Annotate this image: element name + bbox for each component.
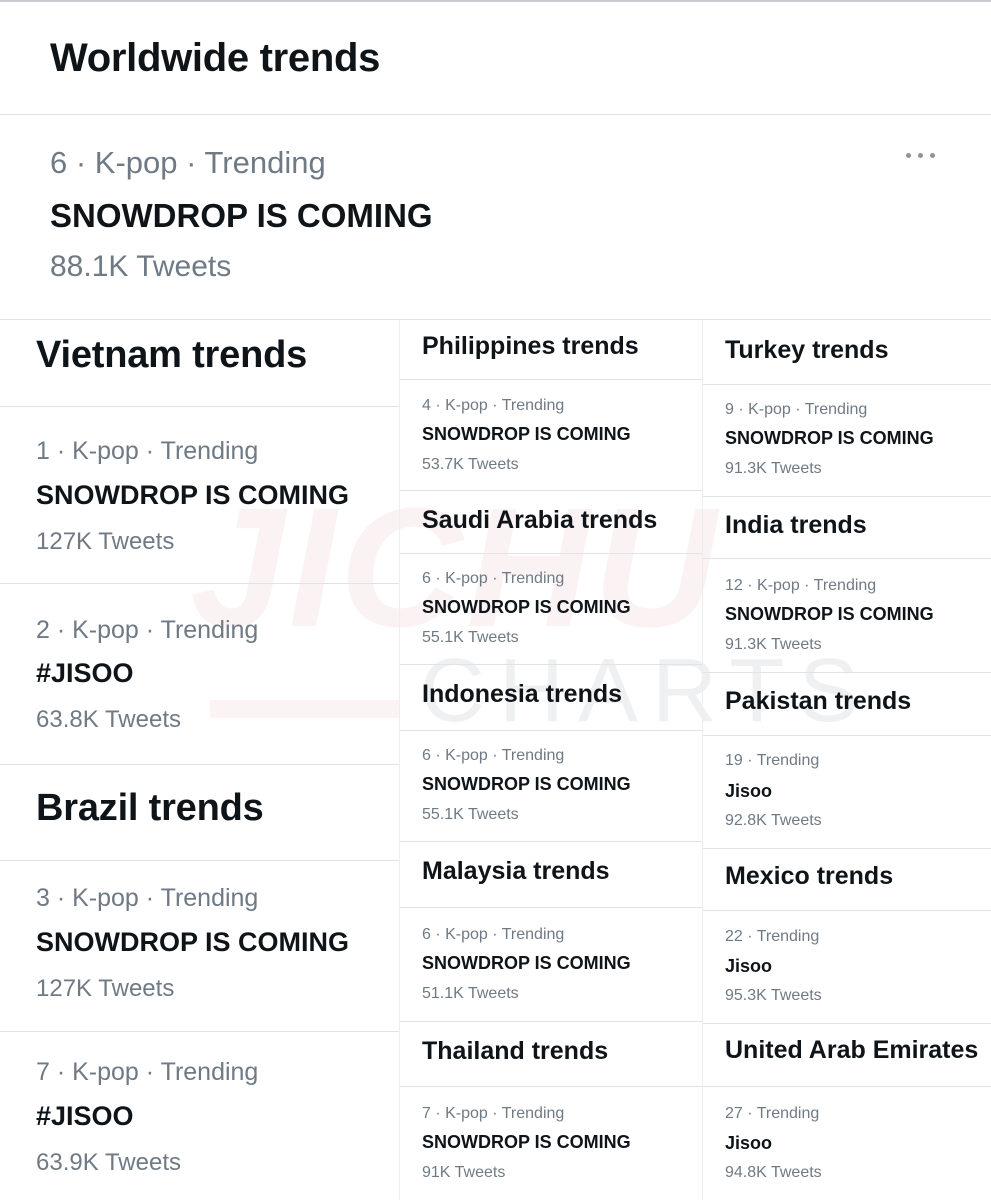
uae-trends-header: United Arab Emirates [703,1024,991,1086]
middle-column: Philippines trends 4 · K-pop · Trending … [400,320,703,1200]
trend-tweet-count: 91K Tweets [422,1164,506,1181]
section-title: Indonesia trends [422,680,623,708]
trend-item[interactable]: 19 · Trending Jisoo 92.8K Tweets [703,736,991,848]
trend-name[interactable]: Jisoo [725,781,772,802]
trend-meta: 9 · K-pop · Trending [725,401,868,418]
section-title: Brazil trends [36,787,264,829]
trend-tweet-count: 91.3K Tweets [725,636,822,653]
trend-item[interactable]: 2 · K-pop · Trending #JISOO 63.8K Tweets [0,584,399,764]
right-column: Turkey trends 9 · K-pop · Trending SNOWD… [703,320,991,1200]
trend-name[interactable]: SNOWDROP IS COMING [422,953,631,974]
trend-name[interactable]: SNOWDROP IS COMING [50,197,433,235]
trend-tweet-count: 53.7K Tweets [422,456,519,473]
trend-item[interactable]: 6 · K-pop · Trending SNOWDROP IS COMING … [400,731,702,841]
turkey-trends-header: Turkey trends [703,320,991,384]
section-title: Turkey trends [725,336,889,364]
section-title: India trends [725,511,867,539]
trend-meta: 4 · K-pop · Trending [422,397,565,414]
section-title: Thailand trends [422,1037,609,1065]
trend-meta: 3 · K-pop · Trending [36,884,259,912]
trend-name[interactable]: SNOWDROP IS COMING [422,774,631,795]
trend-item[interactable]: 1 · K-pop · Trending SNOWDROP IS COMING … [0,407,399,583]
trend-tweet-count: 55.1K Tweets [422,806,519,823]
trend-tweet-count: 51.1K Tweets [422,985,519,1002]
malaysia-trends-header: Malaysia trends [400,842,702,907]
trend-tweet-count: 63.8K Tweets [36,706,181,733]
trend-meta: 27 · Trending [725,1105,820,1122]
india-trends-header: India trends [703,497,991,558]
trend-meta: 6 · K-pop · Trending [422,747,565,764]
section-title: Philippines trends [422,332,639,360]
thailand-trends-header: Thailand trends [400,1022,702,1086]
section-title: United Arab Emirates [725,1036,979,1064]
worldwide-header: Worldwide trends [0,2,991,115]
section-title: Malaysia trends [422,857,610,885]
trend-name[interactable]: #JISOO [36,1101,134,1132]
trend-item[interactable]: 6 · K-pop · Trending SNOWDROP IS COMING … [400,554,702,664]
more-horizontal-icon[interactable] [904,150,938,160]
trend-item[interactable]: 22 · Trending Jisoo 95.3K Tweets [703,911,991,1023]
trend-meta: 2 · K-pop · Trending [36,616,259,644]
trend-tweet-count: 63.9K Tweets [36,1149,181,1176]
trend-name[interactable]: SNOWDROP IS COMING [422,424,631,445]
trend-tweet-count: 91.3K Tweets [725,460,822,477]
section-title: Vietnam trends [36,334,308,376]
trend-meta: 6 · K-pop · Trending [422,926,565,943]
brazil-trends-header: Brazil trends [0,765,399,860]
trend-item[interactable]: 4 · K-pop · Trending SNOWDROP IS COMING … [400,380,702,490]
saudi-arabia-trends-header: Saudi Arabia trends [400,491,702,553]
trend-name[interactable]: SNOWDROP IS COMING [422,597,631,618]
trend-meta: 7 · K-pop · Trending [422,1105,565,1122]
trend-tweet-count: 92.8K Tweets [725,812,822,829]
section-title: Mexico trends [725,862,894,890]
trend-meta: 7 · K-pop · Trending [36,1058,259,1086]
trend-tweet-count: 127K Tweets [36,975,175,1002]
mexico-trends-header: Mexico trends [703,849,991,910]
trend-meta: 1 · K-pop · Trending [36,437,259,465]
trend-tweet-count: 127K Tweets [36,528,175,555]
trend-name[interactable]: SNOWDROP IS COMING [36,480,349,511]
page-title: Worldwide trends [50,36,381,80]
trend-tweet-count: 95.3K Tweets [725,987,822,1004]
trend-name[interactable]: Jisoo [725,956,772,977]
trend-name[interactable]: SNOWDROP IS COMING [725,604,934,625]
trend-name[interactable]: SNOWDROP IS COMING [36,927,349,958]
section-title: Pakistan trends [725,687,912,715]
trend-item[interactable]: 3 · K-pop · Trending SNOWDROP IS COMING … [0,861,399,1031]
trend-item[interactable]: 27 · Trending Jisoo 94.8K Tweets [703,1087,991,1200]
vietnam-trends-header: Vietnam trends [0,320,399,406]
worldwide-trend-item[interactable]: 6 · K-pop · Trending SNOWDROP IS COMING … [0,115,991,320]
left-column: Vietnam trends 1 · K-pop · Trending SNOW… [0,320,400,1200]
trend-item[interactable]: 6 · K-pop · Trending SNOWDROP IS COMING … [400,908,702,1021]
trend-meta: 6 · K-pop · Trending [422,570,565,587]
trend-item[interactable]: 9 · K-pop · Trending SNOWDROP IS COMING … [703,385,991,496]
trend-name[interactable]: SNOWDROP IS COMING [725,428,934,449]
trend-tweet-count: 55.1K Tweets [422,629,519,646]
trend-meta: 12 · K-pop · Trending [725,577,877,594]
trend-meta: 22 · Trending [725,928,820,945]
trend-item[interactable]: 7 · K-pop · Trending #JISOO 63.9K Tweets [0,1032,399,1200]
trend-name[interactable]: Jisoo [725,1133,772,1154]
trend-meta: 19 · Trending [725,752,820,769]
indonesia-trends-header: Indonesia trends [400,665,702,730]
pakistan-trends-header: Pakistan trends [703,673,991,735]
section-title: Saudi Arabia trends [422,506,658,534]
philippines-trends-header: Philippines trends [400,320,702,380]
trend-item[interactable]: 7 · K-pop · Trending SNOWDROP IS COMING … [400,1087,702,1200]
trend-item[interactable]: 12 · K-pop · Trending SNOWDROP IS COMING… [703,559,991,672]
trend-tweet-count: 94.8K Tweets [725,1164,822,1181]
trend-name[interactable]: SNOWDROP IS COMING [422,1132,631,1153]
trend-meta: 6 · K-pop · Trending [50,145,326,180]
trend-tweet-count: 88.1K Tweets [50,250,232,283]
trend-name[interactable]: #JISOO [36,658,134,689]
